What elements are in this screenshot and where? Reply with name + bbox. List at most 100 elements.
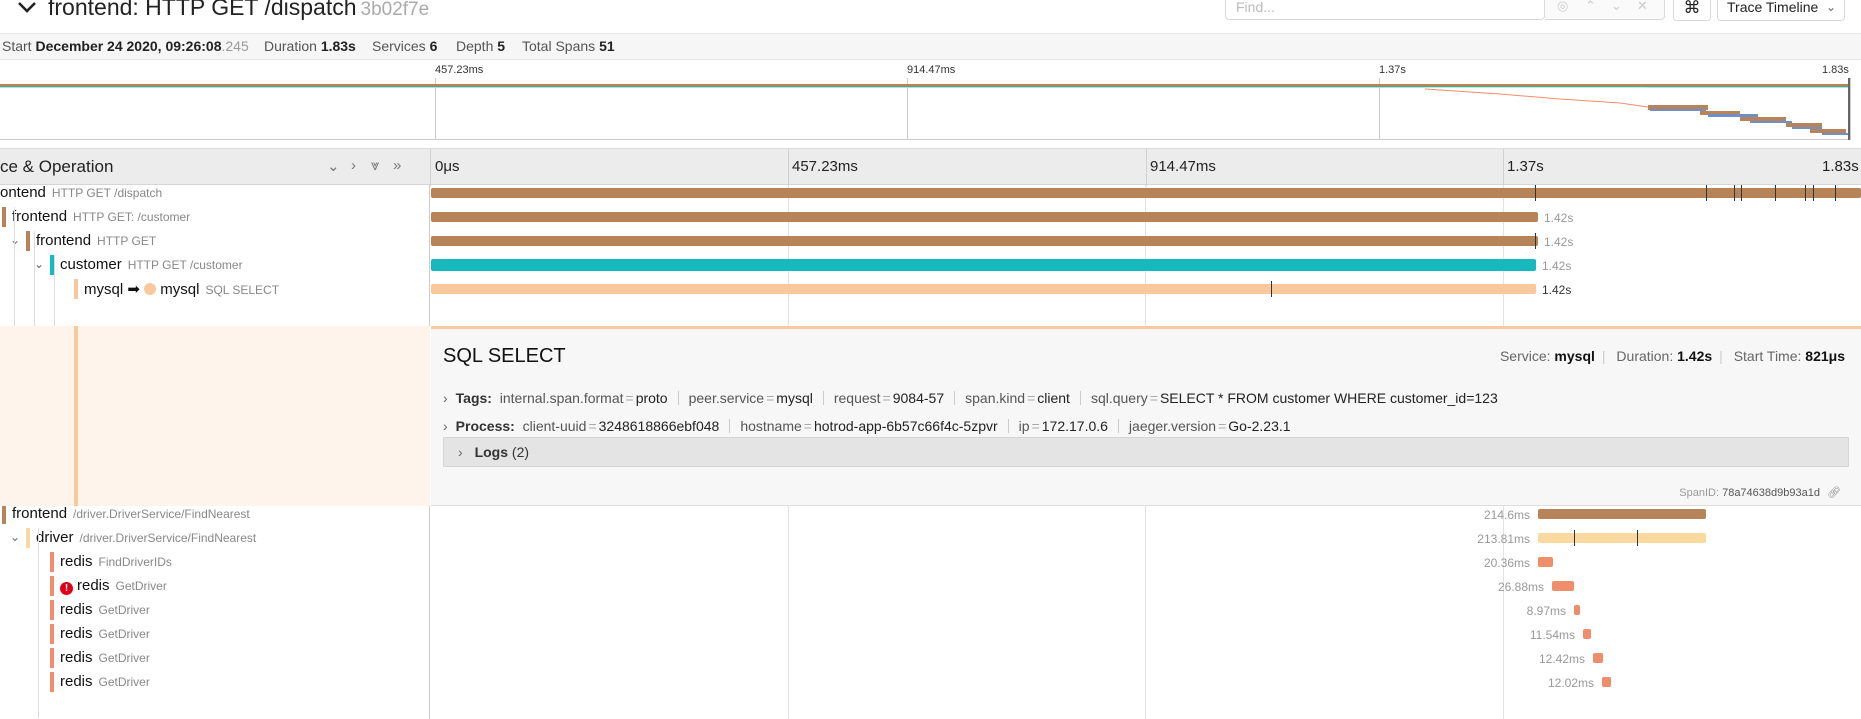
- trace-title-text: frontend: HTTP GET /dispatch: [48, 0, 357, 20]
- span-peer-service: mysql: [160, 281, 200, 298]
- minimap-tick: 914.47ms: [907, 64, 956, 76]
- span-bar[interactable]: [1538, 509, 1706, 519]
- detail-overview: Service: mysql | Duration: 1.42s | Start T…: [1499, 348, 1845, 364]
- summary-duration-label: Duration: [264, 38, 317, 54]
- span-bar[interactable]: [431, 212, 1538, 222]
- span-log-marker: [1805, 185, 1806, 201]
- span-duration-label: 20.36ms: [1483, 556, 1530, 570]
- span-log-marker: [1835, 185, 1836, 201]
- span-operation-name: SQL SELECT: [205, 283, 280, 297]
- chevron-down-icon[interactable]: ⌄: [10, 233, 20, 247]
- minimap-canvas[interactable]: [0, 78, 1851, 140]
- summary-services: Services 6: [372, 34, 437, 58]
- span-bar[interactable]: [431, 259, 1536, 271]
- span-log-marker: [1775, 185, 1776, 201]
- span-service-name: mysql: [84, 281, 124, 298]
- trace-minimap[interactable]: 457.23ms 914.47ms 1.37s 1.83s: [0, 61, 1861, 141]
- span-operation-name: GetDriver: [98, 651, 150, 665]
- keyboard-shortcuts-button[interactable]: ⌘: [1673, 0, 1711, 21]
- span-log-marker: [1574, 530, 1575, 546]
- span-operation-name: /driver.DriverService/FindNearest: [79, 531, 257, 545]
- clear-find-icon[interactable]: ✕: [1637, 0, 1648, 14]
- span-operation-name: HTTP GET: /customer: [73, 210, 191, 224]
- span-bar[interactable]: [431, 236, 1538, 246]
- span-service-name: frontend: [12, 208, 68, 225]
- locate-icon[interactable]: ◎: [1557, 0, 1568, 14]
- service-color-bar: [2, 504, 6, 524]
- tree-guide-line: [38, 528, 39, 718]
- service-color-bar: [50, 648, 54, 668]
- span-duration-label: 214.6ms: [1483, 508, 1530, 522]
- next-result-icon[interactable]: ⌄: [1611, 0, 1622, 14]
- header-gridline: [788, 149, 789, 186]
- kv-pair: ip = 172.17.0.6: [1018, 418, 1108, 434]
- span-bar[interactable]: [1574, 605, 1580, 615]
- span-operation-name: GetDriver: [98, 603, 150, 617]
- tags-section[interactable]: › Tags: internal.span.format = proto peer.se…: [443, 390, 1498, 406]
- kv-pair: jaeger.version = Go-2.23.1: [1128, 418, 1291, 434]
- logs-section[interactable]: › Logs (2): [443, 437, 1849, 467]
- process-section[interactable]: › Process: client-uuid = 3248618866ebf048 ho…: [443, 418, 1291, 434]
- span-service-name: ontend: [0, 185, 46, 201]
- header-divider[interactable]: [430, 149, 431, 186]
- timeline-tick: 1.37s: [1507, 158, 1544, 175]
- kv-pair: sql.query = SELECT * FROM customer WHERE c…: [1090, 390, 1498, 406]
- find-controls: ◎ ⌃ ⌄ ✕: [1545, 0, 1665, 20]
- span-id: SpanID: 78a74638d9b93a1d 🔗︎: [1679, 486, 1841, 499]
- chevron-down-icon[interactable]: ⌄: [34, 257, 44, 271]
- span-id-value[interactable]: 78a74638d9b93a1d: [1722, 487, 1820, 499]
- span-bar[interactable]: [1552, 581, 1574, 591]
- expand-all-icon[interactable]: »: [393, 157, 401, 174]
- summary-start-value: December 24 2020, 09:26:08: [35, 38, 222, 54]
- trace-title: frontend: HTTP GET /dispatch 3b02f7e: [48, 0, 429, 21]
- logs-count: (2): [511, 444, 530, 460]
- span-row-name[interactable]: redis GetDriver: [0, 668, 430, 696]
- span-bar[interactable]: [1538, 533, 1706, 543]
- span-duration-label: 1.42s: [1542, 283, 1572, 297]
- kv-pair: internal.span.format = proto: [499, 390, 668, 406]
- expand-one-icon[interactable]: ›: [351, 157, 356, 174]
- summary-start-label: Start: [2, 38, 32, 54]
- span-log-marker: [1741, 185, 1742, 201]
- summary-duration: Duration 1.83s: [264, 34, 356, 58]
- chevron-down-icon[interactable]: ⌄: [10, 530, 20, 544]
- span-duration-label: 8.97ms: [1526, 604, 1566, 618]
- process-label: Process:: [455, 418, 515, 434]
- span-log-marker: [1535, 233, 1536, 249]
- prev-result-icon[interactable]: ⌃: [1585, 0, 1596, 14]
- span-bar[interactable]: [431, 284, 1536, 294]
- view-type-select[interactable]: Trace Timeline ⌄: [1717, 0, 1845, 21]
- logs-label: Logs: [474, 444, 509, 460]
- service-color-bar: [50, 672, 54, 692]
- collapse-one-icon[interactable]: ⌄: [327, 157, 340, 175]
- span-operation-name: HTTP GET /customer: [127, 258, 243, 272]
- summary-services-label: Services: [372, 38, 426, 54]
- service-color-bar: [2, 207, 6, 227]
- timeline-tick: 457.23ms: [792, 158, 858, 175]
- collapse-all-icon[interactable]: ⩔: [371, 157, 379, 174]
- summary-depth-value: 5: [497, 38, 506, 54]
- span-row-name[interactable]: mysql ➡ mysql SQL SELECT: [0, 275, 430, 303]
- span-log-marker: [1637, 530, 1638, 546]
- detail-service-value: mysql: [1554, 348, 1595, 364]
- span-duration-label: 213.81ms: [1477, 532, 1530, 546]
- timeline-tick: 1.83s: [1822, 158, 1859, 175]
- detail-title: SQL SELECT: [443, 345, 566, 367]
- span-bar[interactable]: [431, 188, 1861, 198]
- minimap-tick: 1.83s: [1822, 64, 1849, 76]
- summary-total-spans: Total Spans 51: [522, 34, 615, 58]
- link-icon[interactable]: 🔗︎: [1827, 487, 1841, 499]
- find-input[interactable]: [1226, 0, 1544, 19]
- header-gridline: [1503, 149, 1504, 186]
- span-service-name: redis: [60, 625, 93, 642]
- summary-depth: Depth 5: [456, 34, 505, 58]
- span-bar[interactable]: [1602, 677, 1611, 687]
- span-bar[interactable]: [1583, 629, 1591, 639]
- detail-duration-value: 1.42s: [1677, 348, 1713, 364]
- span-bar[interactable]: [1593, 653, 1603, 663]
- chevron-down-icon[interactable]: [16, 0, 38, 20]
- summary-duration-value: 1.83s: [320, 38, 356, 54]
- span-operation-name: /driver.DriverService/FindNearest: [73, 507, 250, 521]
- span-service-name: frontend: [36, 232, 92, 249]
- span-bar[interactable]: [1538, 557, 1553, 567]
